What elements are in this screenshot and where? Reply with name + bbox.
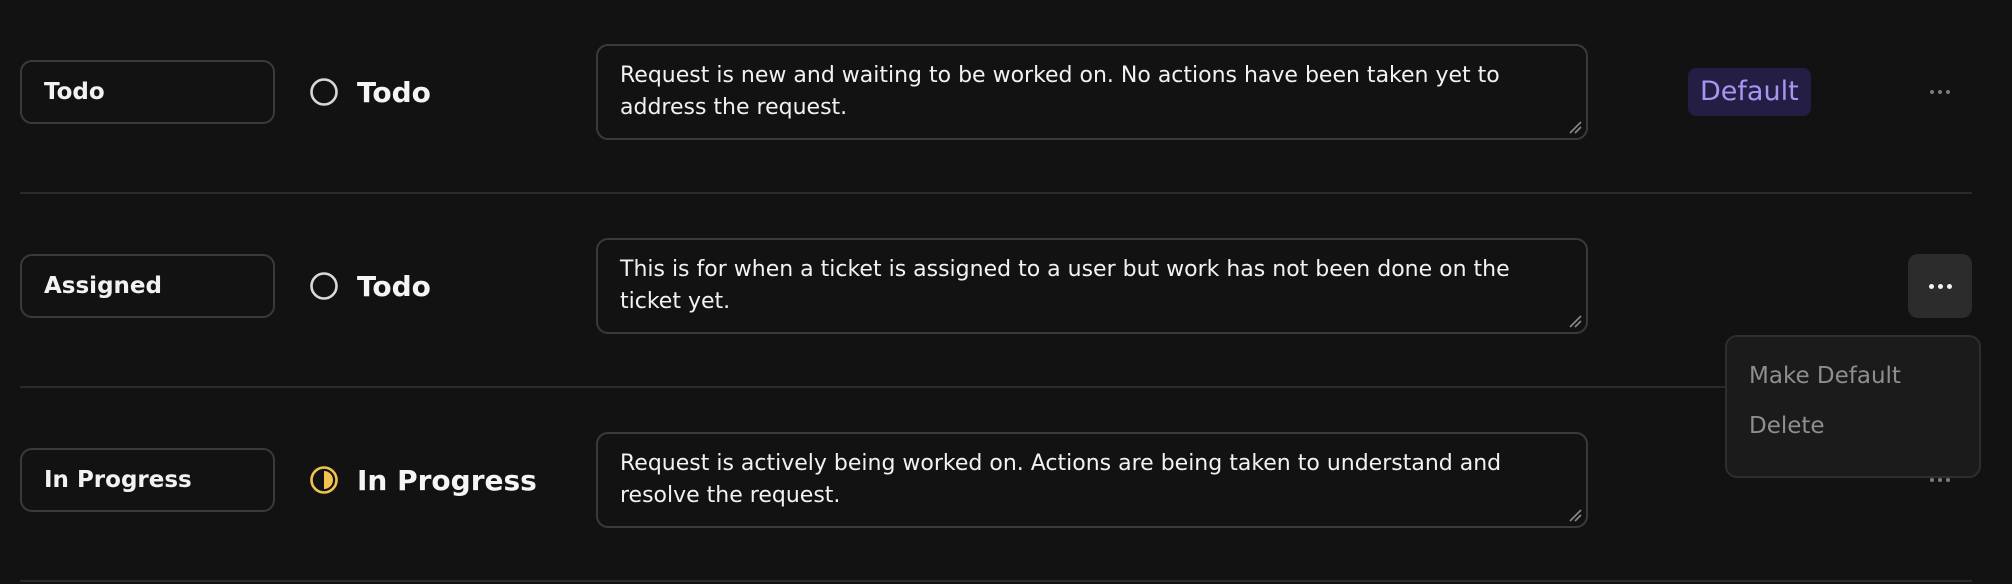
- status-row: Todo Request is new and waiting to be wo…: [20, 0, 1972, 194]
- status-name-input[interactable]: [20, 448, 275, 512]
- half-filled-circle-icon: [310, 466, 338, 494]
- more-horizontal-icon: [1928, 283, 1952, 289]
- delete-menu-item[interactable]: Delete: [1727, 401, 1979, 465]
- status-type: Todo: [309, 72, 431, 112]
- options-menu: Make Default Delete: [1725, 335, 1981, 478]
- resize-handle-icon[interactable]: [1568, 120, 1582, 134]
- more-options-button[interactable]: [1908, 60, 1972, 124]
- status-description-field[interactable]: Request is actively being worked on. Act…: [596, 432, 1588, 528]
- status-description-text: Request is new and waiting to be worked …: [620, 63, 1500, 120]
- status-type-label: Todo: [357, 75, 431, 109]
- status-name-input[interactable]: [20, 60, 275, 124]
- status-type: Todo: [309, 266, 431, 306]
- more-horizontal-icon: [1930, 90, 1950, 94]
- status-description-field[interactable]: Request is new and waiting to be worked …: [596, 44, 1588, 140]
- status-description-text: This is for when a ticket is assigned to…: [620, 257, 1510, 314]
- status-type-label: Todo: [357, 269, 431, 303]
- status-row: In Progress Request is actively being wo…: [20, 388, 1972, 582]
- empty-circle-icon: [310, 78, 338, 106]
- status-type-label: In Progress: [357, 463, 537, 497]
- status-type: In Progress: [309, 460, 537, 500]
- status-settings-page: Todo Request is new and waiting to be wo…: [0, 0, 2012, 584]
- status-description-text: Request is actively being worked on. Act…: [620, 451, 1502, 508]
- status-row: Todo This is for when a ticket is assign…: [20, 194, 1972, 388]
- status-description-field[interactable]: This is for when a ticket is assigned to…: [596, 238, 1588, 334]
- empty-circle-icon: [310, 272, 338, 300]
- more-options-button[interactable]: [1908, 254, 1972, 318]
- resize-handle-icon[interactable]: [1568, 314, 1582, 328]
- status-name-input[interactable]: [20, 254, 275, 318]
- resize-handle-icon[interactable]: [1568, 508, 1582, 522]
- default-badge: Default: [1688, 68, 1811, 116]
- more-horizontal-icon: [1930, 478, 1950, 482]
